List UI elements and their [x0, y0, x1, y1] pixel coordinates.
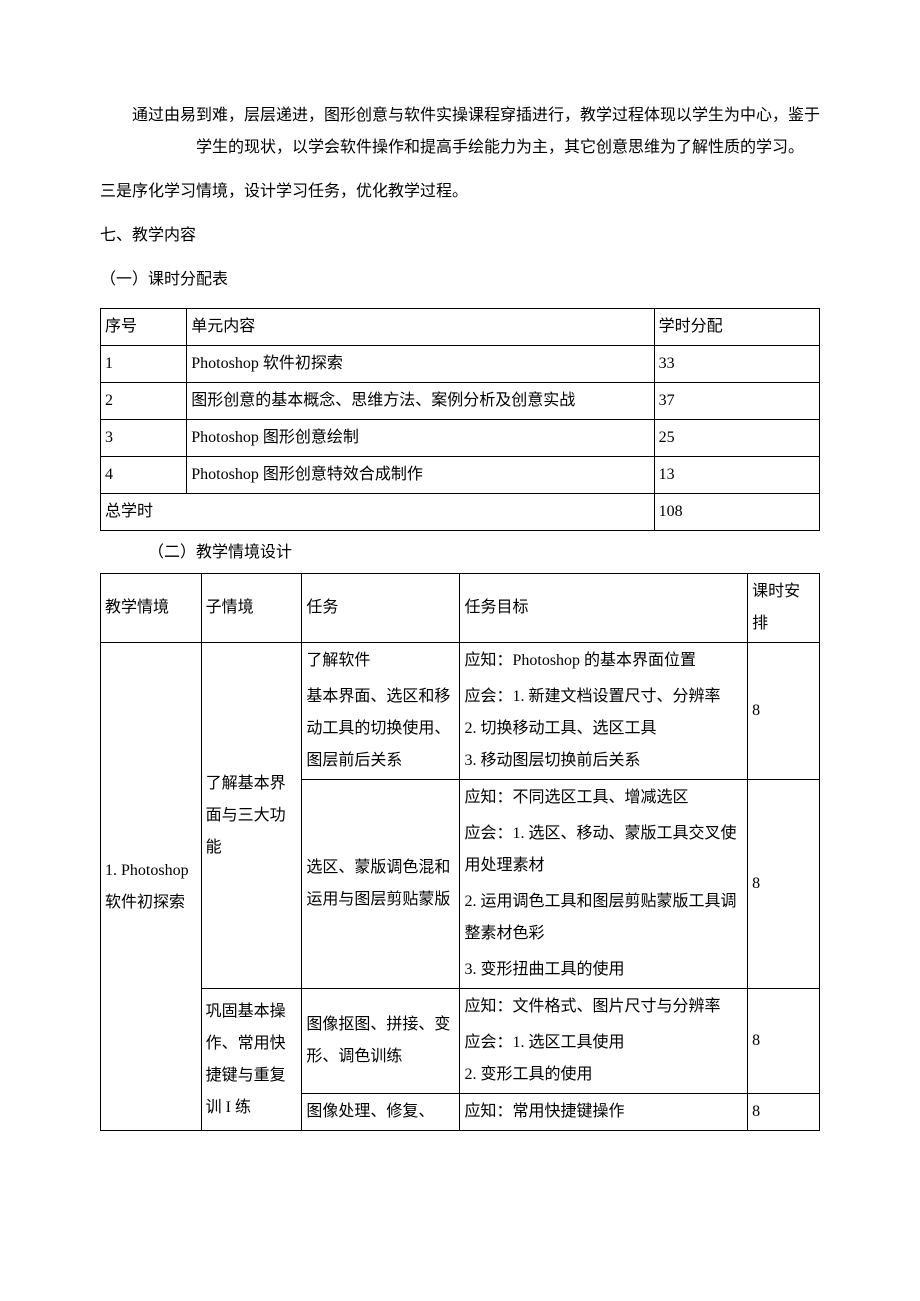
goal-line: 2. 变形工具的使用: [464, 1059, 743, 1091]
cell-content: 图形创意的基本概念、思维方法、案例分析及创意实战: [187, 383, 654, 420]
teaching-context-table: 教学情境 子情境 任务 任务目标 课时安排 1. Photoshop 软件初探索…: [100, 573, 820, 1131]
cell-seq: 1: [101, 346, 187, 383]
intro-paragraph-2: 三是序化学习情境，设计学习任务，优化教学过程。: [100, 176, 820, 208]
cell-goal-do-3: 3. 变形扭曲工具的使用: [460, 952, 748, 989]
table-row: 2 图形创意的基本概念、思维方法、案例分析及创意实战 37: [101, 383, 820, 420]
table-row: 1 Photoshop 软件初探索 33: [101, 346, 820, 383]
section-7-title: 七、教学内容: [100, 220, 820, 252]
table-row: 1. Photoshop 软件初探索 了解基本界面与三大功能 了解软件 应知：P…: [101, 643, 820, 680]
table-row: 3 Photoshop 图形创意绘制 25: [101, 420, 820, 457]
table-header-row: 教学情境 子情境 任务 任务目标 课时安排: [101, 574, 820, 643]
cell-task-title: 了解软件: [302, 643, 460, 680]
page-container: 通过由易到难，层层递进，图形创意与软件实操课程穿插进行，教学过程体现以学生为中心…: [0, 0, 920, 1301]
cell-task-body: 基本界面、选区和移动工具的切换使用、图层前后关系: [302, 679, 460, 780]
cell-hours: 13: [654, 457, 819, 494]
cell-subcontext: 了解基本界面与三大功能: [201, 643, 302, 989]
cell-hours: 8: [748, 780, 820, 989]
goal-line: 应会：1. 选区工具使用: [464, 1027, 743, 1059]
cell-hours: 37: [654, 383, 819, 420]
header-hours: 学时分配: [654, 309, 819, 346]
goal-line: 2. 切换移动工具、选区工具: [464, 713, 743, 745]
table-row: 巩固基本操作、常用快捷键与重复训 I 练 图像抠图、拼接、变形、调色训练 应知：…: [101, 989, 820, 1026]
header-task: 任务: [302, 574, 460, 643]
subsection-1-title: （一）课时分配表: [100, 264, 820, 296]
subsection-2-title: （二）教学情境设计: [100, 537, 820, 569]
cell-goal-do: 应会：1. 新建文档设置尺寸、分辨率 2. 切换移动工具、选区工具 3. 移动图…: [460, 679, 748, 780]
goal-line: 应会：1. 新建文档设置尺寸、分辨率: [464, 681, 743, 713]
header-goal: 任务目标: [460, 574, 748, 643]
cell-seq: 4: [101, 457, 187, 494]
cell-goal-do-2: 2. 运用调色工具和图层剪贴蒙版工具调整素材色彩: [460, 884, 748, 952]
cell-hours: 25: [654, 420, 819, 457]
hours-allocation-table: 序号 单元内容 学时分配 1 Photoshop 软件初探索 33 2 图形创意…: [100, 308, 820, 531]
header-content: 单元内容: [187, 309, 654, 346]
cell-seq: 3: [101, 420, 187, 457]
cell-goal-do: 应会：1. 选区工具使用 2. 变形工具的使用: [460, 1025, 748, 1094]
header-context: 教学情境: [101, 574, 202, 643]
cell-goal-know: 应知：Photoshop 的基本界面位置: [460, 643, 748, 680]
header-subcontext: 子情境: [201, 574, 302, 643]
table-header-row: 序号 单元内容 学时分配: [101, 309, 820, 346]
cell-hours: 33: [654, 346, 819, 383]
header-seq: 序号: [101, 309, 187, 346]
cell-hours: 8: [748, 643, 820, 780]
cell-task: 选区、蒙版调色混和运用与图层剪贴蒙版: [302, 780, 460, 989]
table-row: 4 Photoshop 图形创意特效合成制作 13: [101, 457, 820, 494]
cell-context: 1. Photoshop 软件初探索: [101, 643, 202, 1131]
cell-total-hours: 108: [654, 494, 819, 531]
cell-total-label: 总学时: [101, 494, 655, 531]
cell-goal-know: 应知：文件格式、图片尺寸与分辨率: [460, 989, 748, 1026]
cell-seq: 2: [101, 383, 187, 420]
cell-content: Photoshop 软件初探索: [187, 346, 654, 383]
cell-goal-know: 应知：常用快捷键操作: [460, 1094, 748, 1131]
cell-content: Photoshop 图形创意绘制: [187, 420, 654, 457]
header-hours: 课时安排: [748, 574, 820, 643]
cell-hours: 8: [748, 989, 820, 1094]
cell-hours: 8: [748, 1094, 820, 1131]
cell-goal-know: 应知：不同选区工具、增减选区: [460, 780, 748, 817]
cell-subcontext: 巩固基本操作、常用快捷键与重复训 I 练: [201, 989, 302, 1131]
cell-content: Photoshop 图形创意特效合成制作: [187, 457, 654, 494]
table-total-row: 总学时 108: [101, 494, 820, 531]
intro-paragraph-1: 通过由易到难，层层递进，图形创意与软件实操课程穿插进行，教学过程体现以学生为中心…: [100, 100, 820, 164]
goal-line: 3. 移动图层切换前后关系: [464, 745, 743, 777]
cell-task: 图像抠图、拼接、变形、调色训练: [302, 989, 460, 1094]
cell-task: 图像处理、修复、: [302, 1094, 460, 1131]
cell-goal-do-1: 应会：1. 选区、移动、蒙版工具交叉使用处理素材: [460, 816, 748, 884]
